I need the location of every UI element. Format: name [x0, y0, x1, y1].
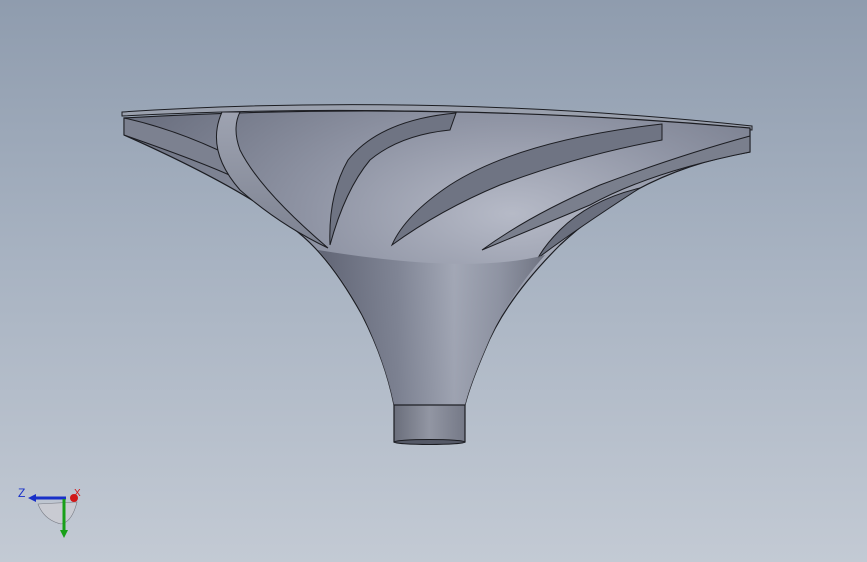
hub-stem — [318, 250, 545, 405]
hub-collar-bottom — [393, 439, 466, 445]
axis-z-label: Z — [18, 486, 26, 500]
impeller-model[interactable] — [0, 0, 867, 562]
orientation-triad[interactable]: Z X — [14, 482, 84, 544]
graphics-viewport[interactable]: Z X — [0, 0, 867, 562]
hub-collar — [393, 404, 466, 443]
axis-x-label: X — [74, 488, 81, 499]
